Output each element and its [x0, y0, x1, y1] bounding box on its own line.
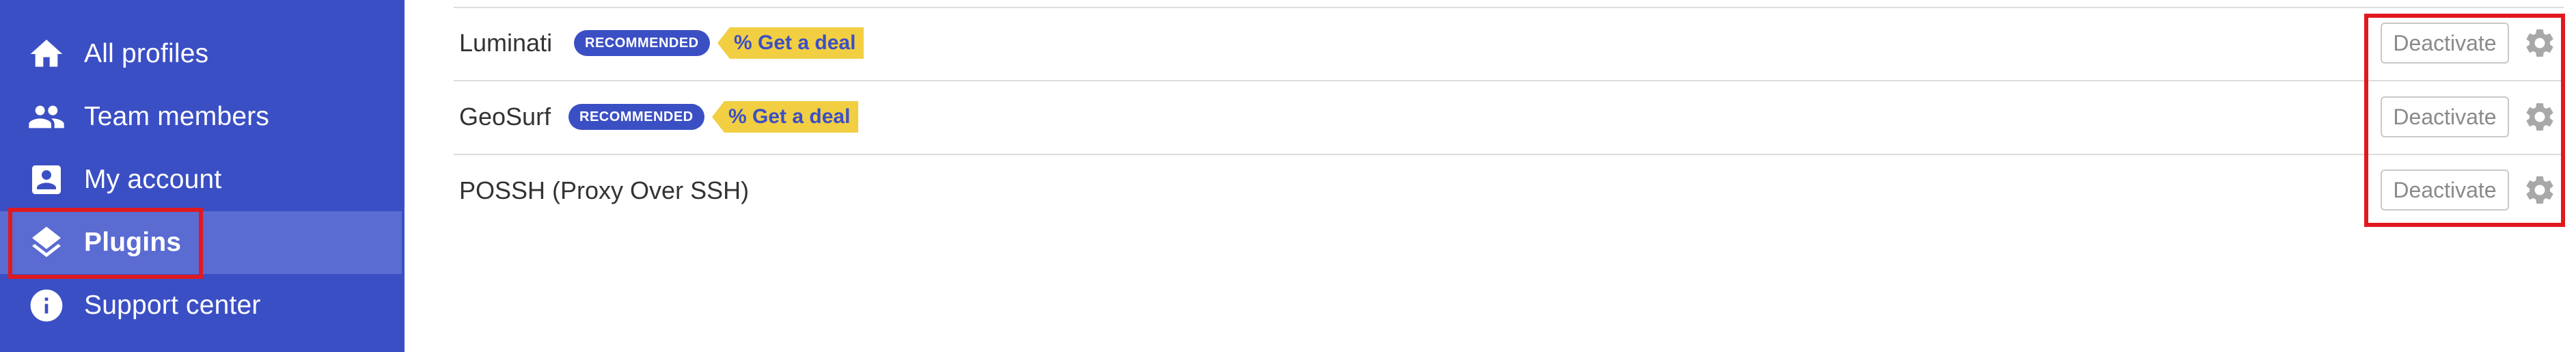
deal-label: % Get a deal	[730, 27, 864, 59]
get-a-deal-link[interactable]: % Get a deal	[717, 27, 864, 59]
sidebar-item-label: Support center	[84, 290, 261, 320]
sidebar-item-team-members[interactable]: Team members	[0, 85, 402, 148]
deactivate-button[interactable]: Deactivate	[2381, 23, 2509, 64]
app: All profiles Team members My account Plu…	[0, 0, 2576, 352]
gear-icon[interactable]	[2523, 173, 2557, 207]
people-icon	[27, 98, 66, 136]
plugin-name: Luminati	[459, 29, 553, 57]
deactivate-button[interactable]: Deactivate	[2381, 170, 2509, 211]
deactivate-button[interactable]: Deactivate	[2381, 96, 2509, 137]
recommended-badge: RECOMMENDED	[574, 30, 710, 56]
plugin-name: GeoSurf	[459, 103, 551, 131]
info-icon	[27, 286, 66, 325]
recommended-badge: RECOMMENDED	[568, 104, 704, 130]
account-box-icon	[27, 161, 66, 199]
sidebar-item-label: Team members	[84, 102, 270, 131]
plugin-name: POSSH (Proxy Over SSH)	[459, 176, 750, 204]
sidebar-item-label: All profiles	[84, 39, 209, 68]
get-a-deal-link[interactable]: % Get a deal	[712, 101, 859, 133]
sidebar-item-label: Plugins	[84, 228, 182, 257]
gear-icon[interactable]	[2523, 26, 2557, 60]
divider	[454, 154, 2564, 155]
home-icon	[27, 35, 66, 73]
sidebar-item-all-profiles[interactable]: All profiles	[0, 23, 402, 85]
plugins-list: Luminati RECOMMENDED % Get a deal Deacti…	[405, 0, 2576, 352]
divider	[454, 80, 2564, 81]
sidebar-item-plugins[interactable]: Plugins	[0, 211, 402, 274]
sidebar-item-label: My account	[84, 165, 222, 194]
sidebar: All profiles Team members My account Plu…	[0, 0, 405, 352]
deal-label: % Get a deal	[724, 101, 859, 133]
divider	[454, 7, 2564, 8]
deal-tag-notch	[717, 27, 730, 59]
deal-tag-notch	[712, 101, 724, 133]
sidebar-item-my-account[interactable]: My account	[0, 148, 402, 211]
sidebar-item-support-center[interactable]: Support center	[0, 274, 402, 337]
layers-icon	[27, 224, 66, 262]
gear-icon[interactable]	[2523, 100, 2557, 134]
